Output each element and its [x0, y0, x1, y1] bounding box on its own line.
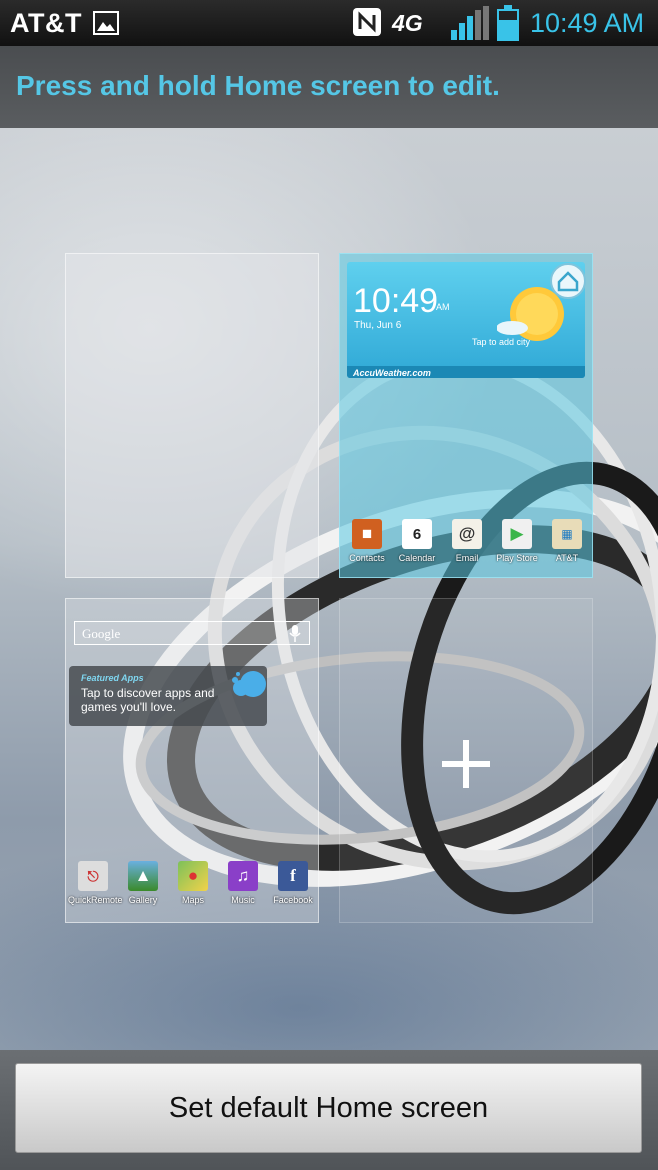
- facebook-app[interactable]: f Facebook: [268, 861, 318, 905]
- add-home-screen-panel[interactable]: [339, 598, 593, 923]
- music-icon: ♫: [228, 861, 258, 891]
- edit-hint-bar: Press and hold Home screen to edit.: [0, 46, 658, 128]
- status-bar: AT&T 4G 10:49 AM: [0, 0, 658, 46]
- home-screen-panel-empty[interactable]: [65, 253, 319, 578]
- google-search-bar[interactable]: Google: [74, 621, 310, 645]
- app-label: Gallery: [128, 895, 158, 905]
- app-label: Music: [231, 895, 255, 905]
- carrier-name: AT&T: [10, 8, 82, 38]
- weather-date: Thu, Jun 6: [354, 320, 402, 331]
- calendar-icon: 6: [402, 519, 432, 549]
- quickremote-icon: ⎋: [78, 861, 108, 891]
- att-folder-app[interactable]: ▦ AT&T: [542, 519, 592, 563]
- gallery-icon: ▲: [128, 861, 158, 891]
- maps-icon: ●: [178, 861, 208, 891]
- status-clock: 10:49 AM: [530, 8, 645, 38]
- nfc-icon: [353, 8, 381, 36]
- gallery-app[interactable]: ▲ Gallery: [118, 861, 168, 905]
- wallpaper: 10:49 AM Thu, Jun 6 Tap to add city Accu…: [0, 128, 658, 1050]
- home-screen-panel-apps[interactable]: Google Featured Apps Tap to discover app…: [65, 598, 319, 923]
- weather-brand: AccuWeather.com: [353, 368, 431, 378]
- home-dock: ■ Contacts 6 Calendar @ Email ▶ Play Sto…: [340, 519, 592, 579]
- app-label: QuickRemote: [68, 895, 123, 905]
- apps-dock: ⎋ QuickRemote ▲ Gallery ● Maps ♫ Music f…: [66, 861, 318, 921]
- featured-apps-text: Tap to discover apps and games you'll lo…: [81, 686, 215, 714]
- app-label: Email: [455, 553, 479, 563]
- app-label: AT&T: [555, 553, 579, 563]
- app-label: Facebook: [273, 895, 313, 905]
- cloud-icon: [232, 671, 266, 697]
- set-default-home-button[interactable]: Set default Home screen: [15, 1063, 642, 1153]
- microphone-icon[interactable]: [289, 625, 301, 642]
- app-label: Calendar: [398, 553, 436, 563]
- edit-hint-text: Press and hold Home screen to edit.: [16, 70, 500, 101]
- signal-icon: [451, 6, 489, 40]
- home-icon[interactable]: [549, 262, 587, 300]
- contacts-icon: ■: [352, 519, 382, 549]
- calendar-day: 6: [412, 525, 422, 543]
- email-app[interactable]: @ Email: [442, 519, 492, 563]
- weather-time: 10:49: [353, 282, 439, 320]
- footer-bar: Set default Home screen: [0, 1050, 658, 1170]
- home-screen-panel-default[interactable]: 10:49 AM Thu, Jun 6 Tap to add city Accu…: [339, 253, 593, 578]
- quickremote-app[interactable]: ⎋ QuickRemote: [68, 861, 123, 905]
- att-folder-icon: ▦: [552, 519, 582, 549]
- app-label: Play Store: [496, 553, 538, 563]
- featured-apps-widget[interactable]: Featured Apps Tap to discover apps and g…: [69, 666, 267, 726]
- play-store-icon: ▶: [502, 519, 532, 549]
- google-label: Google: [82, 626, 121, 641]
- plus-icon[interactable]: [440, 738, 492, 790]
- facebook-icon: f: [278, 861, 308, 891]
- music-app[interactable]: ♫ Music: [218, 861, 268, 905]
- app-label: Maps: [181, 895, 204, 905]
- play-store-app[interactable]: ▶ Play Store: [492, 519, 542, 563]
- app-label: Contacts: [349, 553, 385, 563]
- weather-brand-bar: AccuWeather.com: [347, 366, 585, 378]
- weather-ampm: AM: [436, 302, 450, 312]
- featured-apps-title: Featured Apps: [81, 673, 144, 683]
- calendar-app[interactable]: 6 Calendar: [392, 519, 442, 563]
- contacts-app[interactable]: ■ Contacts: [342, 519, 392, 563]
- network-type: 4G: [392, 10, 423, 36]
- picture-icon: [93, 11, 119, 35]
- maps-app[interactable]: ● Maps: [168, 861, 218, 905]
- add-city-prompt: Tap to add city: [472, 337, 531, 347]
- battery-icon: [497, 5, 519, 41]
- email-icon: @: [452, 519, 482, 549]
